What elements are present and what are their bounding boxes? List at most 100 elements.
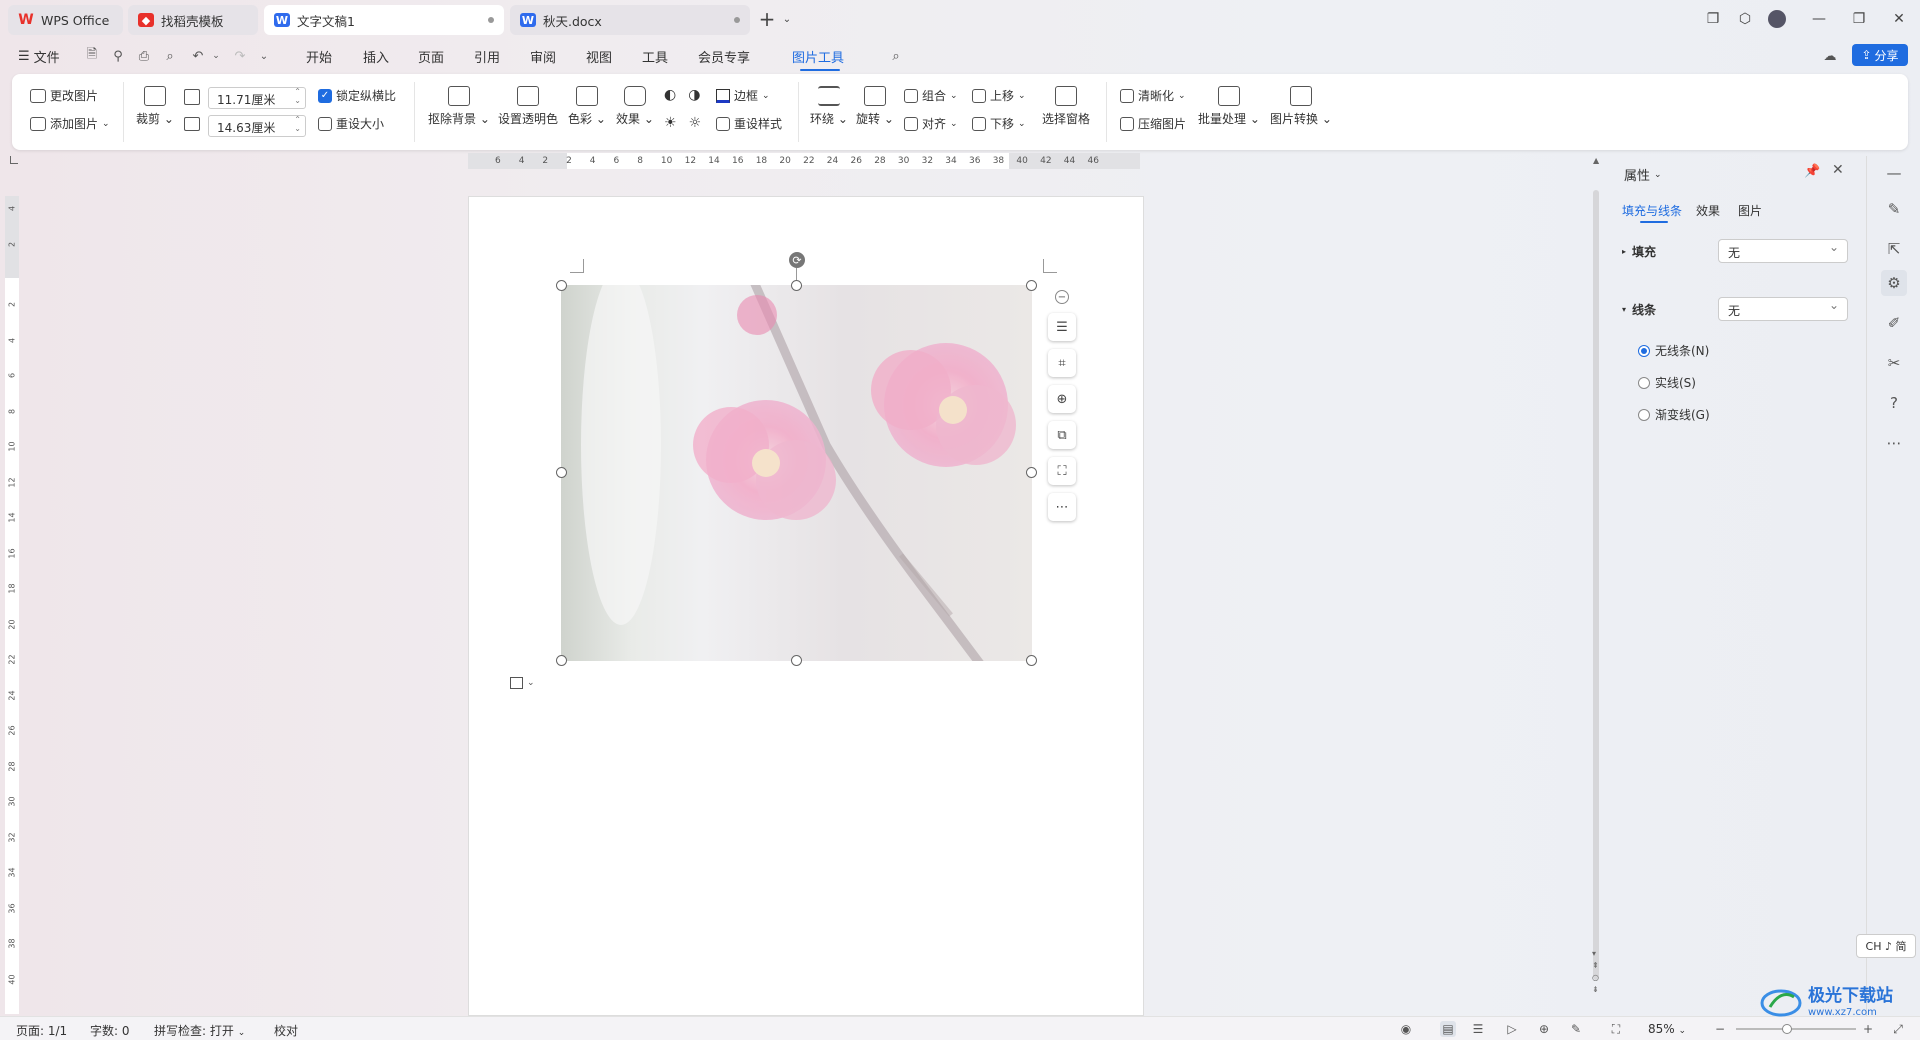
tab-doc1[interactable]: W 文字文稿1 (264, 5, 504, 35)
clarity-button[interactable]: 清晰化 ⌄ (1120, 87, 1186, 104)
brightness-up-icon[interactable]: ☀ (664, 115, 677, 131)
rotate-button[interactable]: 旋转 ⌄ (856, 86, 894, 127)
convert-button[interactable]: 图片转换 ⌄ (1270, 86, 1332, 127)
scroll-up-icon[interactable]: ▲ (1593, 156, 1599, 165)
color-button[interactable]: 色彩 ⌄ (568, 86, 606, 127)
zoom-out-icon[interactable]: − (1712, 1021, 1728, 1037)
undo-icon[interactable]: ↶ (188, 46, 208, 66)
tab-stop-icon[interactable] (10, 156, 18, 164)
proofread[interactable]: 校对 (274, 1022, 298, 1039)
pin-icon[interactable]: 📌 (1804, 164, 1820, 179)
tab-wps-office[interactable]: W WPS Office (8, 5, 123, 35)
restore-icon[interactable]: ❐ (1848, 8, 1870, 30)
contrast-down-icon[interactable]: ◑ (688, 87, 700, 103)
menu-picture-tools[interactable]: 图片工具 (792, 47, 844, 66)
fill-section-toggle[interactable]: ▸ 填充 (1622, 243, 1656, 260)
contrast-up-icon[interactable]: ◐ (664, 87, 676, 103)
layout-options-icon[interactable]: ☰ (1048, 313, 1076, 341)
collapse-icon[interactable]: — (1881, 160, 1907, 186)
resize-handle-s[interactable] (791, 655, 802, 666)
contrast-buttons[interactable]: ◐ ◑ (664, 87, 700, 103)
screenshot-icon[interactable]: ⛶ (1048, 457, 1076, 485)
radio-gradient-line[interactable]: 渐变线(G) (1638, 406, 1710, 423)
crop-button[interactable]: 裁剪 ⌄ (136, 86, 174, 127)
page-nav-icons[interactable]: ▾ ⇞ ○ ⇟ (1592, 948, 1599, 996)
resize-handle-sw[interactable] (556, 655, 567, 666)
resize-handle-ne[interactable] (1026, 280, 1037, 291)
redo-icon[interactable]: ↷ (230, 46, 250, 66)
more-options-icon[interactable]: ⋯ (1048, 493, 1076, 521)
scroll-thumb[interactable] (1593, 190, 1599, 980)
eye-protection-icon[interactable]: ◉ (1398, 1021, 1414, 1037)
collapse-toolbar-icon[interactable]: − (1055, 290, 1069, 304)
horizontal-ruler[interactable]: 6 4 2 2 4 6 8 10 12 14 16 18 20 22 24 26 28 30 32 34 36 38 40 4… (468, 153, 1140, 169)
fit-page-icon[interactable]: ⛶ (1608, 1021, 1624, 1037)
add-picture-button[interactable]: 添加图片 ⌄ (30, 115, 110, 132)
selected-picture[interactable] (561, 285, 1032, 661)
close-panel-icon[interactable]: ✕ (1832, 162, 1844, 178)
format-painter-icon[interactable]: ⚲ (108, 46, 128, 66)
effects-button[interactable]: 效果 ⌄ (616, 86, 654, 127)
minimize-icon[interactable]: — (1808, 8, 1830, 30)
tab-picture[interactable]: 图片 (1738, 202, 1762, 219)
resize-handle-se[interactable] (1026, 655, 1037, 666)
compress-button[interactable]: 压缩图片 (1120, 115, 1186, 132)
change-picture-button[interactable]: 更改图片 (30, 87, 98, 104)
tab-template[interactable]: ◆ 找稻壳模板 (128, 5, 258, 35)
avatar[interactable] (1766, 8, 1788, 30)
brightness-buttons[interactable]: ☀ ☼ (664, 115, 701, 131)
lock-ratio-checkbox[interactable]: ✓ 锁定纵横比 (318, 87, 396, 104)
web-view-icon[interactable]: ⊕ (1536, 1021, 1552, 1037)
menu-tools[interactable]: 工具 (642, 47, 668, 66)
word-count[interactable]: 字数: 0 (90, 1022, 130, 1039)
tab-list-chevron-icon[interactable]: ⌄ (776, 8, 798, 30)
radio-no-line[interactable]: 无线条(N) (1638, 342, 1709, 359)
file-menu[interactable]: ☰ 文件 (18, 47, 60, 66)
layout-anchor-button[interactable]: ⌄ (504, 672, 542, 694)
menu-page[interactable]: 页面 (418, 47, 444, 66)
height-input[interactable]: 14.63厘米 (208, 115, 306, 137)
line-select[interactable]: 无 (1718, 297, 1848, 321)
spell-check[interactable]: 拼写检查: 打开 ⌄ (154, 1022, 245, 1039)
menu-insert[interactable]: 插入 (363, 47, 389, 66)
zoom-slider-thumb[interactable] (1782, 1024, 1792, 1034)
zoom-level[interactable]: 85% ⌄ (1648, 1022, 1686, 1036)
fill-select[interactable]: 无 (1718, 239, 1848, 263)
more-icon[interactable]: ⋯ (1881, 430, 1907, 456)
select-cursor-icon[interactable]: ⇱ (1881, 236, 1907, 262)
menu-view[interactable]: 视图 (586, 47, 612, 66)
page-view-icon[interactable]: ▤ (1440, 1021, 1456, 1037)
menu-start[interactable]: 开始 (306, 47, 332, 66)
menu-member[interactable]: 会员专享 (698, 47, 750, 66)
width-input[interactable]: 11.71厘米 (208, 87, 306, 109)
move-down-button[interactable]: 下移 ⌄ (972, 115, 1026, 132)
more-chevron-icon[interactable]: ⌄ (254, 46, 274, 66)
save-icon[interactable]: 🗎 (82, 46, 102, 66)
zoom-in-icon[interactable]: + (1860, 1021, 1876, 1037)
reset-size-button[interactable]: 重设大小 (318, 115, 384, 132)
cloud-icon[interactable]: ☁ (1820, 46, 1840, 66)
properties-title[interactable]: 属性 ⌄ (1624, 165, 1662, 184)
selection-pane-button[interactable]: 选择窗格 (1042, 86, 1090, 127)
page-count[interactable]: 页面: 1/1 (16, 1022, 67, 1039)
fullscreen-icon[interactable]: ⤢ (1890, 1021, 1906, 1037)
vertical-ruler[interactable]: 4 2 2 4 6 8 10 12 14 16 18 20 22 24 26 28 30 32 34 36 38 40 (5, 196, 19, 1014)
resize-handle-n[interactable] (791, 280, 802, 291)
zoom-slider[interactable] (1736, 1024, 1856, 1034)
resize-handle-nw[interactable] (556, 280, 567, 291)
search-icon[interactable]: ⌕ (886, 46, 906, 66)
cube-icon[interactable]: ⬡ (1734, 8, 1756, 30)
share-button[interactable]: ⇪ 分享 (1852, 44, 1908, 66)
remove-background-button[interactable]: 抠除背景 ⌄ (428, 86, 490, 127)
pen-icon[interactable]: ✎ (1881, 196, 1907, 222)
ime-indicator[interactable]: CH ♪ 简 (1856, 934, 1916, 958)
resize-handle-w[interactable] (556, 467, 567, 478)
set-transparent-button[interactable]: 设置透明色 (498, 86, 558, 127)
tab-effects[interactable]: 效果 (1696, 202, 1720, 219)
border-button[interactable]: 边框 ⌄ (716, 87, 770, 104)
outline-view-icon[interactable]: ☰ (1470, 1021, 1486, 1037)
move-up-button[interactable]: 上移 ⌄ (972, 87, 1026, 104)
write-view-icon[interactable]: ✎ (1568, 1021, 1584, 1037)
properties-settings-icon[interactable]: ⚙ (1881, 270, 1907, 296)
group-button[interactable]: 组合 ⌄ (904, 87, 958, 104)
